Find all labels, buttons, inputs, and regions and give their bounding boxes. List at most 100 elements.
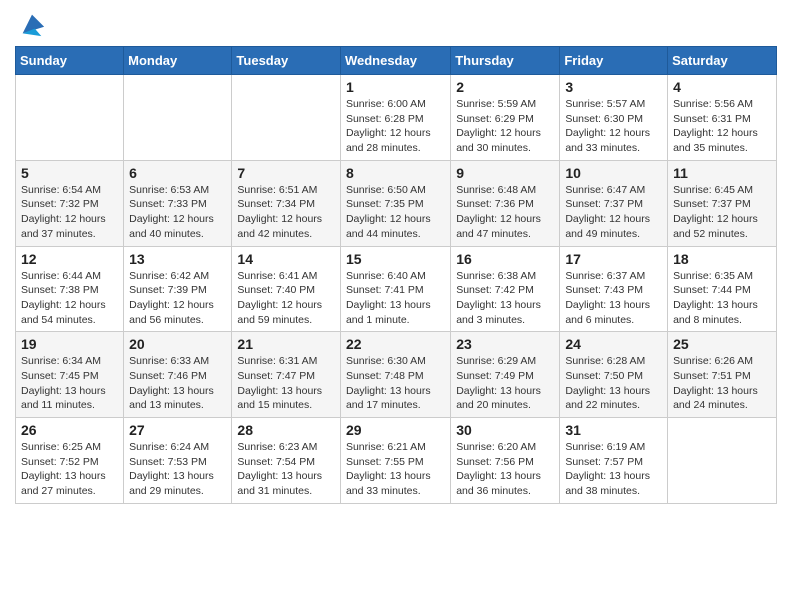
- day-number: 15: [346, 251, 445, 267]
- day-header-thursday: Thursday: [451, 47, 560, 75]
- day-number: 3: [565, 79, 662, 95]
- calendar-cell: 26 Sunrise: 6:25 AM Sunset: 7:52 PM Dayli…: [16, 418, 124, 504]
- day-number: 14: [237, 251, 335, 267]
- day-number: 1: [346, 79, 445, 95]
- day-info: Sunrise: 6:53 AM Sunset: 7:33 PM Dayligh…: [129, 183, 226, 242]
- calendar-cell: 24 Sunrise: 6:28 AM Sunset: 7:50 PM Dayli…: [560, 332, 668, 418]
- day-info: Sunrise: 6:29 AM Sunset: 7:49 PM Dayligh…: [456, 354, 554, 413]
- logo: [15, 15, 46, 38]
- day-number: 17: [565, 251, 662, 267]
- page-container: SundayMondayTuesdayWednesdayThursdayFrid…: [0, 0, 792, 519]
- calendar-cell: 23 Sunrise: 6:29 AM Sunset: 7:49 PM Dayli…: [451, 332, 560, 418]
- day-info: Sunrise: 6:25 AM Sunset: 7:52 PM Dayligh…: [21, 440, 118, 499]
- calendar-cell: 3 Sunrise: 5:57 AM Sunset: 6:30 PM Daylig…: [560, 75, 668, 161]
- day-info: Sunrise: 6:35 AM Sunset: 7:44 PM Dayligh…: [673, 269, 771, 328]
- day-info: Sunrise: 6:54 AM Sunset: 7:32 PM Dayligh…: [21, 183, 118, 242]
- day-info: Sunrise: 5:59 AM Sunset: 6:29 PM Dayligh…: [456, 97, 554, 156]
- day-info: Sunrise: 6:41 AM Sunset: 7:40 PM Dayligh…: [237, 269, 335, 328]
- calendar-cell: 6 Sunrise: 6:53 AM Sunset: 7:33 PM Daylig…: [124, 160, 232, 246]
- calendar-cell: 30Sunrise: 6:20 AM Sunset: 7:56 PM Dayli…: [451, 418, 560, 504]
- calendar-cell: 29Sunrise: 6:21 AM Sunset: 7:55 PM Dayli…: [340, 418, 450, 504]
- calendar-cell: 1 Sunrise: 6:00 AM Sunset: 6:28 PM Daylig…: [340, 75, 450, 161]
- day-number: 8: [346, 165, 445, 181]
- day-number: 26: [21, 422, 118, 438]
- day-info: Sunrise: 6:51 AM Sunset: 7:34 PM Dayligh…: [237, 183, 335, 242]
- day-number: 16: [456, 251, 554, 267]
- day-number: 11: [673, 165, 771, 181]
- calendar-week-row: 5 Sunrise: 6:54 AM Sunset: 7:32 PM Daylig…: [16, 160, 777, 246]
- day-number: 2: [456, 79, 554, 95]
- day-number: 21: [237, 336, 335, 352]
- day-info: Sunrise: 6:26 AM Sunset: 7:51 PM Dayligh…: [673, 354, 771, 413]
- calendar-cell: 13 Sunrise: 6:42 AM Sunset: 7:39 PM Dayli…: [124, 246, 232, 332]
- calendar-cell: 19 Sunrise: 6:34 AM Sunset: 7:45 PM Dayli…: [16, 332, 124, 418]
- day-info: Sunrise: 6:44 AM Sunset: 7:38 PM Dayligh…: [21, 269, 118, 328]
- day-info: Sunrise: 6:34 AM Sunset: 7:45 PM Dayligh…: [21, 354, 118, 413]
- calendar-cell: 9Sunrise: 6:48 AM Sunset: 7:36 PM Daylig…: [451, 160, 560, 246]
- day-number: 23: [456, 336, 554, 352]
- calendar-table: SundayMondayTuesdayWednesdayThursdayFrid…: [15, 46, 777, 504]
- day-header-tuesday: Tuesday: [232, 47, 341, 75]
- day-number: 12: [21, 251, 118, 267]
- day-number: 5: [21, 165, 118, 181]
- day-info: Sunrise: 6:33 AM Sunset: 7:46 PM Dayligh…: [129, 354, 226, 413]
- calendar-cell: 7 Sunrise: 6:51 AM Sunset: 7:34 PM Daylig…: [232, 160, 341, 246]
- calendar-week-row: 1 Sunrise: 6:00 AM Sunset: 6:28 PM Daylig…: [16, 75, 777, 161]
- day-number: 18: [673, 251, 771, 267]
- day-number: 9: [456, 165, 554, 181]
- calendar-cell: 16 Sunrise: 6:38 AM Sunset: 7:42 PM Dayli…: [451, 246, 560, 332]
- calendar-cell: 28 Sunrise: 6:23 AM Sunset: 7:54 PM Dayli…: [232, 418, 341, 504]
- day-info: Sunrise: 6:45 AM Sunset: 7:37 PM Dayligh…: [673, 183, 771, 242]
- calendar-cell: 10 Sunrise: 6:47 AM Sunset: 7:37 PM Dayli…: [560, 160, 668, 246]
- calendar-cell: [668, 418, 777, 504]
- day-header-wednesday: Wednesday: [340, 47, 450, 75]
- calendar-cell: 14 Sunrise: 6:41 AM Sunset: 7:40 PM Dayli…: [232, 246, 341, 332]
- day-number: 27: [129, 422, 226, 438]
- logo-icon: [18, 10, 46, 38]
- day-header-sunday: Sunday: [16, 47, 124, 75]
- calendar-cell: [124, 75, 232, 161]
- day-info: Sunrise: 6:23 AM Sunset: 7:54 PM Dayligh…: [237, 440, 335, 499]
- calendar-cell: 4Sunrise: 5:56 AM Sunset: 6:31 PM Daylig…: [668, 75, 777, 161]
- day-number: 28: [237, 422, 335, 438]
- day-number: 4: [673, 79, 771, 95]
- calendar-cell: 15Sunrise: 6:40 AM Sunset: 7:41 PM Dayli…: [340, 246, 450, 332]
- header: [15, 10, 777, 38]
- day-info: Sunrise: 6:00 AM Sunset: 6:28 PM Dayligh…: [346, 97, 445, 156]
- day-number: 6: [129, 165, 226, 181]
- day-number: 20: [129, 336, 226, 352]
- calendar-cell: 22Sunrise: 6:30 AM Sunset: 7:48 PM Dayli…: [340, 332, 450, 418]
- day-number: 24: [565, 336, 662, 352]
- day-number: 7: [237, 165, 335, 181]
- day-info: Sunrise: 6:38 AM Sunset: 7:42 PM Dayligh…: [456, 269, 554, 328]
- calendar-cell: 27 Sunrise: 6:24 AM Sunset: 7:53 PM Dayli…: [124, 418, 232, 504]
- day-info: Sunrise: 5:57 AM Sunset: 6:30 PM Dayligh…: [565, 97, 662, 156]
- day-info: Sunrise: 6:28 AM Sunset: 7:50 PM Dayligh…: [565, 354, 662, 413]
- calendar-cell: 8Sunrise: 6:50 AM Sunset: 7:35 PM Daylig…: [340, 160, 450, 246]
- day-info: Sunrise: 6:47 AM Sunset: 7:37 PM Dayligh…: [565, 183, 662, 242]
- day-number: 10: [565, 165, 662, 181]
- calendar-header-row: SundayMondayTuesdayWednesdayThursdayFrid…: [16, 47, 777, 75]
- calendar-week-row: 19 Sunrise: 6:34 AM Sunset: 7:45 PM Dayli…: [16, 332, 777, 418]
- day-number: 19: [21, 336, 118, 352]
- day-info: Sunrise: 6:37 AM Sunset: 7:43 PM Dayligh…: [565, 269, 662, 328]
- calendar-cell: [16, 75, 124, 161]
- day-info: Sunrise: 6:31 AM Sunset: 7:47 PM Dayligh…: [237, 354, 335, 413]
- day-number: 25: [673, 336, 771, 352]
- day-info: Sunrise: 6:24 AM Sunset: 7:53 PM Dayligh…: [129, 440, 226, 499]
- day-number: 13: [129, 251, 226, 267]
- calendar-cell: [232, 75, 341, 161]
- day-number: 31: [565, 422, 662, 438]
- day-info: Sunrise: 6:19 AM Sunset: 7:57 PM Dayligh…: [565, 440, 662, 499]
- calendar-cell: 2 Sunrise: 5:59 AM Sunset: 6:29 PM Daylig…: [451, 75, 560, 161]
- day-info: Sunrise: 6:42 AM Sunset: 7:39 PM Dayligh…: [129, 269, 226, 328]
- day-info: Sunrise: 6:30 AM Sunset: 7:48 PM Dayligh…: [346, 354, 445, 413]
- calendar-cell: 12 Sunrise: 6:44 AM Sunset: 7:38 PM Dayli…: [16, 246, 124, 332]
- calendar-week-row: 12 Sunrise: 6:44 AM Sunset: 7:38 PM Dayli…: [16, 246, 777, 332]
- day-header-monday: Monday: [124, 47, 232, 75]
- calendar-cell: 20 Sunrise: 6:33 AM Sunset: 7:46 PM Dayli…: [124, 332, 232, 418]
- calendar-cell: 18 Sunrise: 6:35 AM Sunset: 7:44 PM Dayli…: [668, 246, 777, 332]
- day-info: Sunrise: 6:20 AM Sunset: 7:56 PM Dayligh…: [456, 440, 554, 499]
- calendar-cell: 31 Sunrise: 6:19 AM Sunset: 7:57 PM Dayli…: [560, 418, 668, 504]
- calendar-week-row: 26 Sunrise: 6:25 AM Sunset: 7:52 PM Dayli…: [16, 418, 777, 504]
